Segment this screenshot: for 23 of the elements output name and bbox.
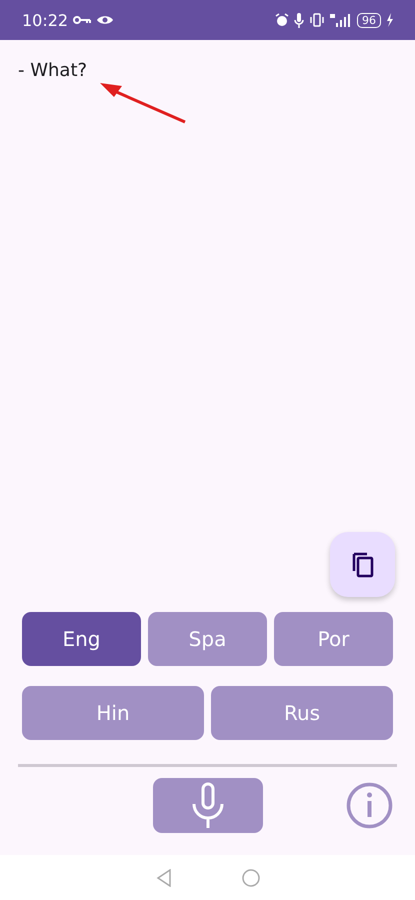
microphone-button[interactable] xyxy=(152,778,262,832)
copy-icon xyxy=(350,552,374,578)
language-button[interactable]: Spa xyxy=(148,612,267,666)
language-button[interactable]: Por xyxy=(274,612,393,666)
microphone-icon xyxy=(294,12,304,28)
info-icon xyxy=(346,782,393,829)
copy-button[interactable] xyxy=(330,532,395,597)
alarm-icon xyxy=(275,13,289,27)
language-button[interactable]: Eng xyxy=(22,612,141,666)
microphone-icon xyxy=(190,782,224,828)
transcript-text: - What? xyxy=(18,60,88,81)
home-icon[interactable] xyxy=(242,868,260,886)
key-icon xyxy=(73,15,92,25)
back-icon[interactable] xyxy=(156,868,172,886)
status-time: 10:22 xyxy=(22,10,68,30)
language-button[interactable]: Hin xyxy=(22,686,204,740)
battery-level: 96 xyxy=(357,12,381,28)
language-button[interactable]: Rus xyxy=(211,686,393,740)
charging-icon xyxy=(386,13,393,27)
eye-icon xyxy=(96,14,114,26)
signal-icon xyxy=(330,13,352,27)
vibrate-icon xyxy=(309,13,325,27)
info-button[interactable] xyxy=(346,782,393,829)
